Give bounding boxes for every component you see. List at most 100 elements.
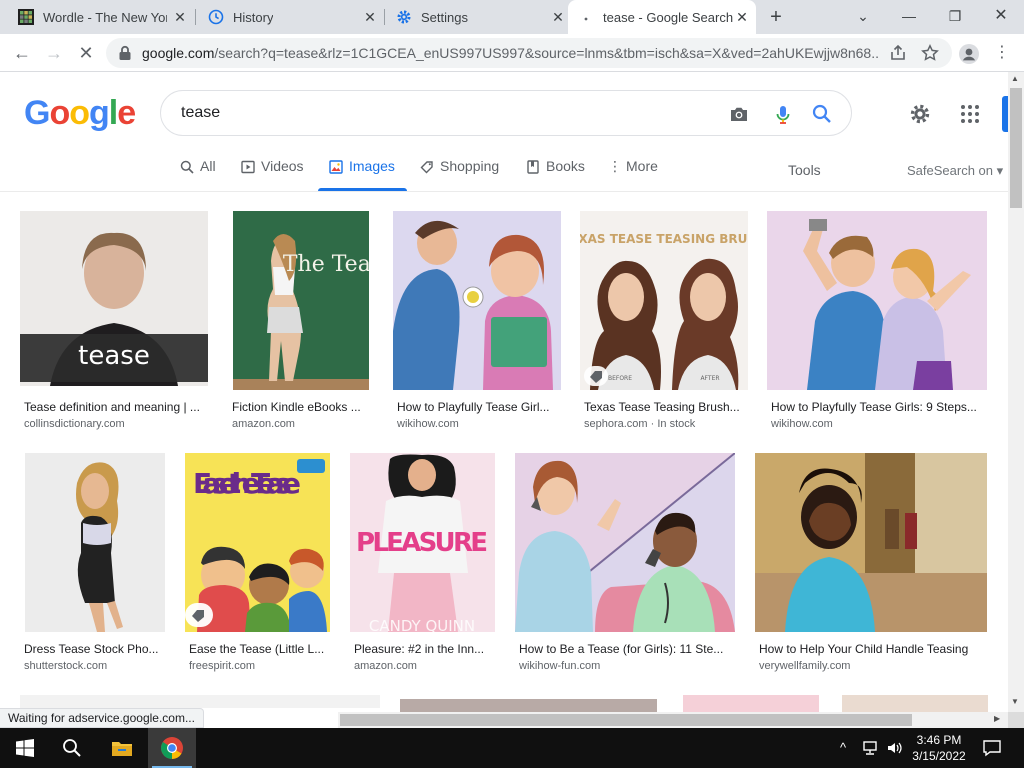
result-card[interactable]: Dress Tease Stock Pho... shutterstock.co… (20, 453, 168, 678)
search-icon[interactable] (60, 736, 84, 760)
volume-icon[interactable] (886, 740, 904, 756)
result-card[interactable]: How to Playfully Tease Girls: 9 Steps...… (767, 211, 989, 436)
restore-icon[interactable]: ❐ (940, 6, 970, 26)
scroll-right-arrow-icon[interactable]: ▶ (994, 714, 1000, 723)
result-thumbnail[interactable]: Ease the Tease (185, 453, 330, 632)
result-source[interactable]: freespirit.com (189, 660, 255, 672)
result-thumbnail[interactable] (393, 211, 561, 390)
result-source[interactable]: amazon.com (354, 660, 417, 672)
tab-history[interactable]: History ✕ (198, 0, 384, 34)
tab-settings[interactable]: Settings ✕ (386, 0, 572, 34)
stop-loading-icon[interactable]: ✕ (74, 42, 98, 64)
new-tab-button[interactable]: + (766, 7, 786, 27)
result-source[interactable]: wikihow.com (771, 418, 833, 430)
microphone-icon[interactable] (772, 103, 794, 125)
close-tab-icon[interactable]: ✕ (734, 9, 750, 25)
result-card[interactable]: TEXAS TEASE TEASING BRUSH BEFORE AFTER T… (580, 211, 750, 436)
back-arrow-icon[interactable]: ← (10, 42, 34, 64)
result-caption[interactable]: How to Playfully Tease Girl... (397, 400, 563, 414)
tab-shopping[interactable]: Shopping (420, 158, 499, 192)
close-tab-icon[interactable]: ✕ (362, 9, 378, 25)
scroll-up-arrow-icon[interactable]: ▲ (1011, 74, 1019, 83)
result-thumbnail[interactable] (842, 695, 988, 712)
result-caption[interactable]: How to Playfully Tease Girls: 9 Steps... (771, 400, 987, 414)
result-source[interactable]: collinsdictionary.com (24, 418, 125, 430)
result-caption[interactable]: Texas Tease Teasing Brush... (584, 400, 750, 414)
result-source[interactable]: wikihow-fun.com (519, 660, 600, 672)
search-icon[interactable] (811, 103, 833, 125)
kebab-menu-icon[interactable]: ⋮ (990, 42, 1014, 64)
search-icon (180, 160, 194, 174)
tools-button[interactable]: Tools (788, 162, 821, 178)
tab-books[interactable]: Books (526, 158, 585, 192)
close-tab-icon[interactable]: ✕ (550, 9, 566, 25)
settings-gear-icon[interactable] (908, 102, 932, 126)
result-thumbnail[interactable] (400, 699, 657, 712)
tab-more[interactable]: ⋮ More (608, 158, 658, 192)
vertical-scrollbar-thumb[interactable] (1010, 88, 1022, 208)
result-thumbnail[interactable] (20, 695, 380, 708)
image-icon (329, 160, 343, 174)
result-card[interactable]: The Tease Fiction Kindle eBooks ... amaz… (228, 211, 372, 436)
address-bar[interactable]: google.com/search?q=tease&rlz=1C1GCEA_en… (106, 38, 952, 68)
system-clock[interactable]: 3:46 PM 3/15/2022 (906, 732, 972, 764)
result-caption[interactable]: Tease definition and meaning | ... (24, 400, 208, 414)
search-box[interactable]: tease (160, 90, 852, 136)
tab-images[interactable]: Images (329, 158, 395, 192)
result-card[interactable]: How to Playfully Tease Girl... wikihow.c… (393, 211, 563, 436)
url-text[interactable]: google.com/search?q=tease&rlz=1C1GCEA_en… (142, 45, 878, 61)
chrome-taskbar-button[interactable] (148, 728, 196, 768)
result-thumbnail[interactable] (515, 453, 735, 632)
tab-google-search[interactable]: tease - Google Search ✕ (568, 0, 756, 34)
google-logo[interactable]: Google (24, 94, 136, 133)
scroll-down-arrow-icon[interactable]: ▼ (1011, 697, 1019, 706)
result-source-line[interactable]: sephora.com · In stock (584, 418, 695, 430)
close-window-icon[interactable]: ✕ (986, 6, 1016, 26)
result-caption[interactable]: Dress Tease Stock Pho... (24, 642, 164, 656)
result-card[interactable]: How to Help Your Child Handle Teasing ve… (755, 453, 989, 678)
result-card[interactable]: PLEASURE CANDY QUINN Pleasure: #2 in the… (350, 453, 498, 678)
apps-grid-icon[interactable] (958, 102, 982, 126)
notification-icon[interactable] (982, 738, 1002, 758)
result-thumbnail[interactable]: TEXAS TEASE TEASING BRUSH BEFORE AFTER (580, 211, 748, 390)
result-source[interactable]: verywellfamily.com (759, 660, 850, 672)
bookmark-star-icon[interactable] (921, 44, 939, 62)
file-explorer-icon[interactable] (110, 736, 134, 760)
minimize-icon[interactable]: — (894, 6, 924, 26)
chevron-up-icon[interactable]: ^ (840, 740, 846, 755)
result-caption[interactable]: How to Be a Tease (for Girls): 11 Ste... (519, 642, 735, 656)
close-tab-icon[interactable]: ✕ (172, 9, 188, 25)
result-thumbnail[interactable] (767, 211, 987, 390)
result-thumbnail[interactable] (755, 453, 987, 632)
tab-search-chevron-icon[interactable]: ⌄ (848, 6, 878, 26)
camera-icon[interactable] (728, 103, 750, 125)
result-card[interactable]: How to Be a Tease (for Girls): 11 Ste...… (515, 453, 737, 678)
tab-videos[interactable]: Videos (241, 158, 304, 192)
network-icon[interactable] (862, 740, 880, 756)
result-caption[interactable]: Fiction Kindle eBooks ... (232, 400, 368, 414)
result-thumbnail[interactable]: tease (20, 211, 208, 386)
forward-arrow-icon[interactable]: → (42, 42, 66, 64)
result-thumbnail[interactable]: The Tease (233, 211, 369, 390)
result-caption[interactable]: Pleasure: #2 in the Inn... (354, 642, 495, 656)
safesearch-dropdown[interactable]: SafeSearch on ▾ (907, 163, 1003, 179)
result-source[interactable]: wikihow.com (397, 418, 459, 430)
tab-wordle[interactable]: Wordle - The New York Times ✕ (8, 0, 194, 34)
horizontal-scrollbar-thumb[interactable] (340, 714, 912, 726)
search-query-text[interactable]: tease (181, 104, 220, 122)
result-card[interactable]: Ease the Tease Ease the Tease (Little L.… (185, 453, 333, 678)
tab-all[interactable]: All (180, 158, 216, 192)
result-caption[interactable]: How to Help Your Child Handle Teasing (759, 642, 987, 656)
result-source[interactable]: amazon.com (232, 418, 295, 430)
thumbnail-overlay-text: TEXAS TEASE TEASING BRUSH (580, 232, 748, 246)
result-caption[interactable]: Ease the Tease (Little L... (189, 642, 330, 656)
profile-avatar-icon[interactable] (959, 44, 979, 64)
result-thumbnail[interactable]: PLEASURE CANDY QUINN (350, 453, 495, 632)
result-card[interactable]: tease Tease definition and meaning | ...… (20, 211, 210, 436)
share-icon[interactable] (889, 44, 907, 62)
result-thumbnail[interactable] (683, 695, 819, 712)
result-source[interactable]: shutterstock.com (24, 660, 107, 672)
result-thumbnail[interactable] (25, 453, 165, 632)
windows-start-icon[interactable] (13, 736, 37, 760)
tab-title: Settings (421, 9, 468, 25)
